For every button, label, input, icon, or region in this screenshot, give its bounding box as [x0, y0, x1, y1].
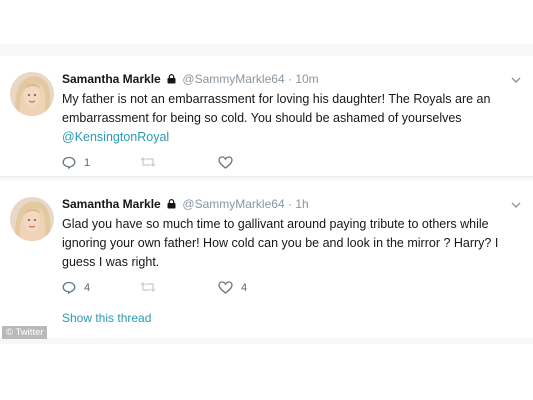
tweet-text-line: ignoring your own father! How cold can y… [62, 236, 499, 250]
screenshot-page: Samantha Markle @SammyMarkle64 · 10m My … [0, 0, 533, 400]
tweet-header: Samantha Markle @SammyMarkle64 · 1h [62, 196, 309, 213]
reply-icon [62, 156, 76, 169]
reply-icon [62, 281, 76, 294]
author-name[interactable]: Samantha Markle [62, 72, 161, 86]
lock-icon [167, 72, 176, 88]
show-thread-link[interactable]: Show this thread [62, 311, 151, 325]
tweet-timestamp[interactable]: 10m [295, 72, 318, 86]
tweet-text-line: Glad you have so much time to gallivant … [62, 217, 489, 231]
chevron-down-icon[interactable] [511, 195, 521, 213]
retweet-button[interactable] [140, 156, 164, 168]
mention-link[interactable]: @KensingtonRoyal [62, 128, 524, 147]
retweet-icon [140, 282, 156, 292]
reply-count: 1 [84, 156, 91, 169]
avatar[interactable] [10, 197, 54, 241]
chevron-down-icon[interactable] [511, 70, 521, 88]
avatar[interactable] [10, 72, 54, 116]
heart-icon [218, 281, 233, 294]
heart-icon [218, 156, 233, 169]
retweet-icon [140, 157, 156, 167]
tweet-card[interactable]: Samantha Markle @SammyMarkle64 · 1h Glad… [0, 181, 533, 338]
reply-button[interactable]: 4 [62, 281, 90, 294]
tweet-text-line: My father is not an embarrassment for lo… [62, 92, 491, 106]
like-count: 4 [241, 281, 248, 294]
retweet-button[interactable] [140, 281, 164, 293]
reply-button[interactable]: 1 [62, 156, 90, 169]
author-handle[interactable]: @SammyMarkle64 [182, 72, 284, 86]
tweet-timestamp[interactable]: 1h [295, 197, 308, 211]
separator-dot: · [287, 197, 292, 211]
author-name[interactable]: Samantha Markle [62, 197, 161, 211]
author-handle[interactable]: @SammyMarkle64 [182, 197, 284, 211]
lock-icon [167, 197, 176, 213]
like-button[interactable]: 4 [218, 281, 247, 294]
tweet-card[interactable]: Samantha Markle @SammyMarkle64 · 10m My … [0, 56, 533, 177]
image-credit: © Twitter [2, 326, 48, 339]
separator-dot: · [287, 72, 292, 86]
tweet-header: Samantha Markle @SammyMarkle64 · 10m [62, 71, 319, 88]
tweet-text-line: guess I was right. [62, 255, 160, 269]
tweet-text: Glad you have so much time to gallivant … [62, 215, 524, 272]
reply-count: 4 [84, 281, 91, 294]
tweet-text: My father is not an embarrassment for lo… [62, 90, 524, 147]
tweet-text-line: embarrassment for being so cold. You sho… [62, 111, 462, 125]
like-button[interactable] [218, 156, 241, 169]
